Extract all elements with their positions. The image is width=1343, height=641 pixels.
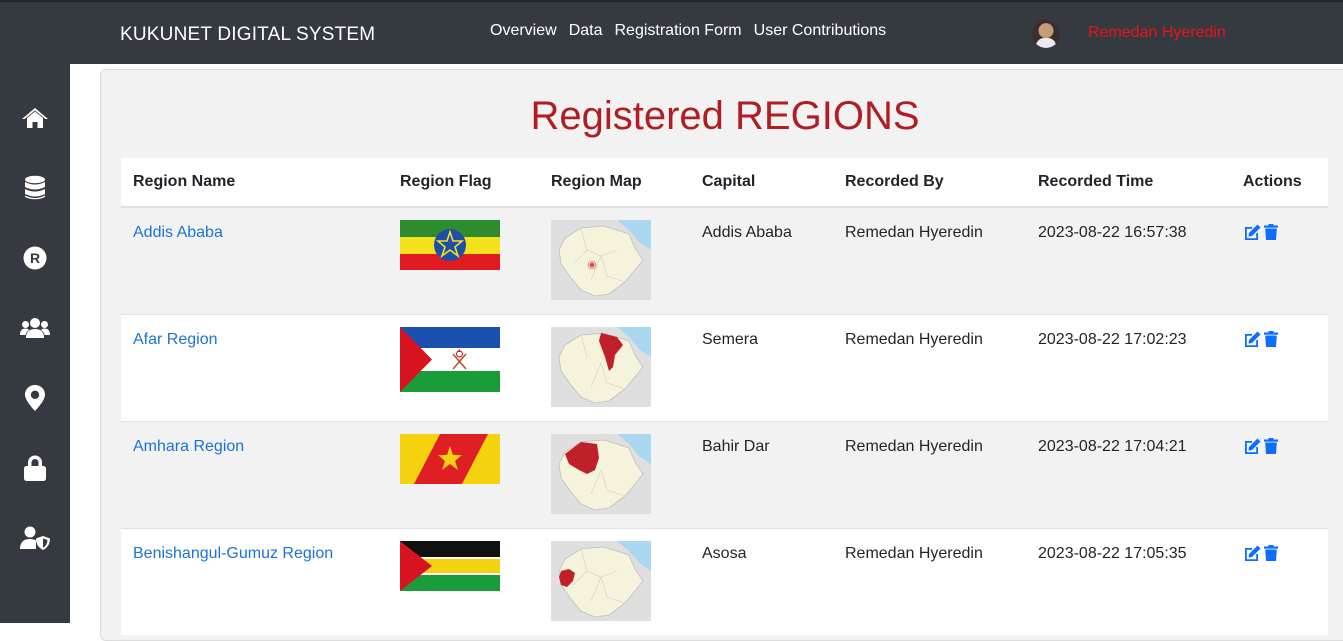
recorded-time-cell: 2023-08-22 16:57:38 — [1026, 206, 1231, 315]
regions-table: Region Name Region Flag Region Map Capit… — [121, 158, 1328, 635]
map-image — [551, 327, 651, 407]
sidebar-item-security[interactable] — [0, 448, 70, 488]
capital-cell: Semera — [690, 314, 833, 422]
delete-icon[interactable] — [1264, 438, 1278, 459]
flag-image — [400, 220, 500, 270]
sidebar: R — [0, 64, 70, 623]
recorded-by-cell: Remedan Hyeredin — [833, 421, 1026, 529]
col-recorded-time: Recorded Time — [1026, 158, 1231, 208]
page-title: Registered REGIONS — [530, 94, 920, 138]
delete-icon[interactable] — [1264, 545, 1278, 566]
table-row: Afar Region Semera Remedan Hyeredin 2023… — [121, 314, 1328, 422]
edit-icon[interactable] — [1243, 331, 1261, 352]
capital-cell: Bahir Dar — [690, 421, 833, 529]
table-header-row: Region Name Region Flag Region Map Capit… — [121, 158, 1328, 208]
delete-icon[interactable] — [1264, 331, 1278, 352]
region-name-link[interactable]: Amhara Region — [133, 438, 244, 455]
flag-image — [400, 327, 500, 392]
col-actions: Actions — [1231, 158, 1328, 208]
map-marker-icon — [25, 385, 45, 411]
capital-cell: Addis Ababa — [690, 206, 833, 315]
recorded-time-cell: 2023-08-22 17:02:23 — [1026, 314, 1231, 422]
svg-text:R: R — [30, 250, 40, 266]
sidebar-item-location[interactable] — [0, 378, 70, 418]
nav-user-contributions[interactable]: User Contributions — [754, 22, 887, 40]
users-icon — [20, 318, 50, 338]
flag-image — [400, 541, 500, 591]
table-row: Amhara Region Bahir Dar Remedan Hyeredin… — [121, 421, 1328, 529]
region-name-link[interactable]: Afar Region — [133, 331, 218, 348]
col-region-name: Region Name — [121, 158, 388, 208]
flag-image — [400, 434, 500, 484]
recorded-by-cell: Remedan Hyeredin — [833, 314, 1026, 422]
region-name-link[interactable]: Benishangul-Gumuz Region — [133, 545, 333, 562]
sidebar-item-admin[interactable] — [0, 518, 70, 558]
table-row: Benishangul-Gumuz Region Asosa Remedan H… — [121, 528, 1328, 635]
map-image — [551, 434, 651, 514]
region-name-link[interactable]: Addis Ababa — [133, 224, 223, 241]
main-nav: Overview Data Registration Form User Con… — [490, 22, 898, 40]
nav-data[interactable]: Data — [569, 22, 603, 40]
nav-registration-form[interactable]: Registration Form — [614, 22, 741, 40]
nav-overview[interactable]: Overview — [490, 22, 557, 40]
avatar[interactable] — [1032, 20, 1060, 48]
map-image — [551, 220, 651, 300]
col-region-flag: Region Flag — [388, 158, 539, 208]
sidebar-item-registration[interactable]: R — [0, 238, 70, 278]
recorded-by-cell: Remedan Hyeredin — [833, 528, 1026, 635]
registered-icon: R — [23, 246, 47, 270]
sidebar-item-users[interactable] — [0, 308, 70, 348]
edit-icon[interactable] — [1243, 545, 1261, 566]
sidebar-item-data[interactable] — [0, 168, 70, 208]
capital-cell: Asosa — [690, 528, 833, 635]
user-shield-icon — [20, 526, 50, 550]
recorded-time-cell: 2023-08-22 17:04:21 — [1026, 421, 1231, 529]
delete-icon[interactable] — [1264, 224, 1278, 245]
recorded-time-cell: 2023-08-22 17:05:35 — [1026, 528, 1231, 635]
lock-icon — [24, 455, 46, 481]
col-region-map: Region Map — [539, 158, 690, 208]
brand-title[interactable]: KUKUNET DIGITAL SYSTEM — [120, 24, 375, 46]
col-recorded-by: Recorded By — [833, 158, 1026, 208]
edit-icon[interactable] — [1243, 438, 1261, 459]
database-icon — [25, 175, 45, 200]
map-image — [551, 541, 651, 621]
top-navbar: KUKUNET DIGITAL SYSTEM Overview Data Reg… — [0, 0, 1343, 64]
user-name[interactable]: Remedan Hyeredin — [1088, 24, 1226, 42]
edit-icon[interactable] — [1243, 224, 1261, 245]
table-row: Addis Ababa Addis Ababa Remedan Hyeredin… — [121, 206, 1328, 315]
recorded-by-cell: Remedan Hyeredin — [833, 206, 1026, 315]
col-capital: Capital — [690, 158, 833, 208]
